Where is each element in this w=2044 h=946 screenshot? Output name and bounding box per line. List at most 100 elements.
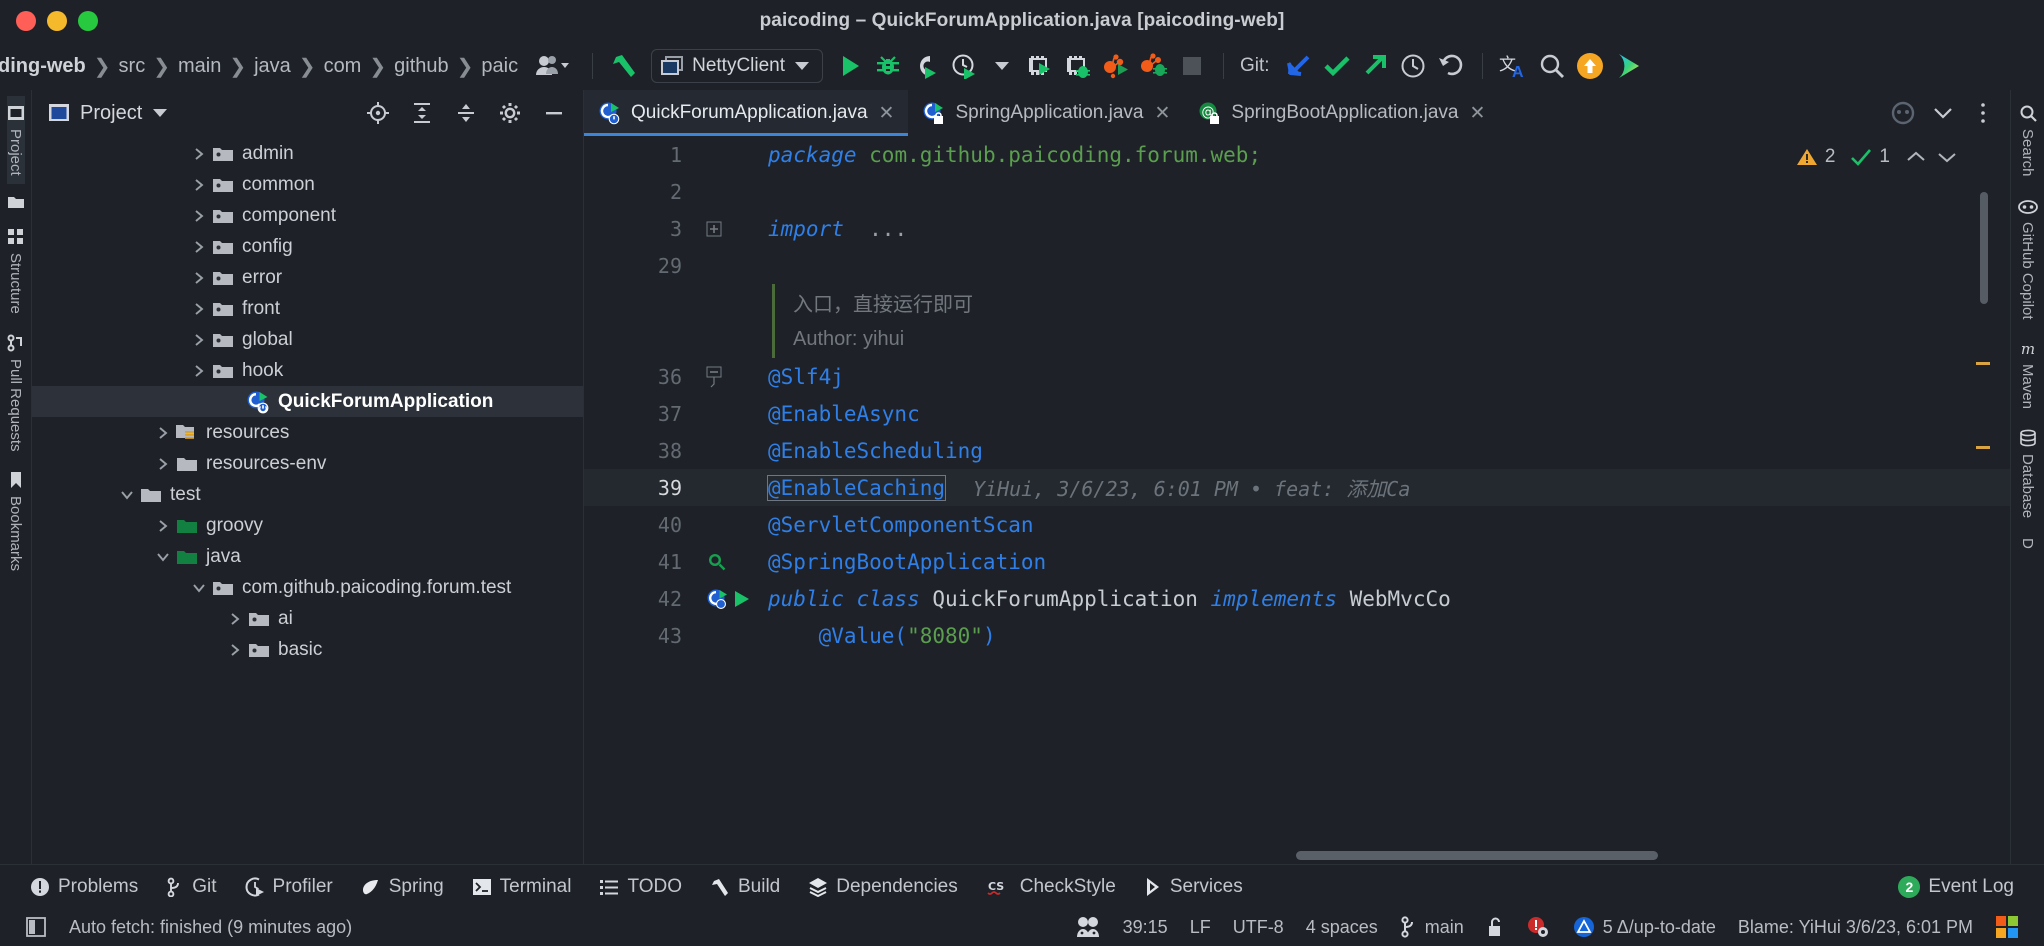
tree-node-error[interactable]: error bbox=[32, 262, 583, 293]
tree-node-resources[interactable]: resources bbox=[32, 417, 583, 448]
profiler-button[interactable] bbox=[947, 48, 981, 84]
sidebar-item-pull-requests[interactable]: Pull Requests bbox=[7, 326, 25, 460]
tool-window-button-spring[interactable]: Spring bbox=[347, 870, 458, 904]
expand-all-icon[interactable] bbox=[405, 96, 439, 130]
sidebar-item-search[interactable]: Search bbox=[2019, 96, 2037, 185]
tree-node-java[interactable]: java bbox=[32, 541, 583, 572]
tool-window-button-profiler[interactable]: Profiler bbox=[231, 870, 347, 904]
chevron-down-icon[interactable] bbox=[152, 108, 168, 118]
chevron-right-icon[interactable] bbox=[188, 240, 210, 254]
code-line[interactable]: 41 @SpringBootApplication bbox=[584, 543, 2010, 580]
run-class-icon[interactable] bbox=[706, 587, 752, 611]
tab-quickforumapplication[interactable]: QuickForumApplication.java ✕ bbox=[584, 90, 909, 136]
indent-setting[interactable]: 4 spaces bbox=[1295, 917, 1389, 938]
chevron-up-icon[interactable] bbox=[1907, 151, 1925, 163]
sidebar-item-maven[interactable]: m Maven bbox=[2018, 331, 2038, 417]
chevron-right-icon[interactable] bbox=[152, 457, 174, 471]
sidebar-item-structure[interactable]: Structure bbox=[7, 220, 25, 322]
minimize-window-button[interactable] bbox=[47, 11, 67, 31]
git-push-icon[interactable] bbox=[1358, 48, 1392, 84]
profiler-dropdown-icon[interactable] bbox=[985, 48, 1019, 84]
code-text[interactable]: @ServletComponentScan bbox=[768, 513, 1034, 537]
translate-icon[interactable]: 文 A bbox=[1497, 48, 1531, 84]
code-line[interactable]: 36 @Slf4j bbox=[584, 358, 2010, 395]
chevron-right-icon[interactable] bbox=[188, 302, 210, 316]
chevron-down-icon[interactable] bbox=[1926, 95, 1960, 131]
toggle-toolwindow-icon[interactable] bbox=[14, 916, 58, 938]
code-text[interactable]: public class QuickForumApplication imple… bbox=[768, 587, 1451, 611]
sidebar-item-d[interactable]: D bbox=[2019, 530, 2036, 557]
code-text[interactable]: import ... bbox=[768, 217, 907, 241]
hide-tool-window-icon[interactable] bbox=[537, 96, 571, 130]
code-line[interactable]: 2 bbox=[584, 173, 2010, 210]
gear-icon[interactable] bbox=[493, 96, 527, 130]
debug-tests-button[interactable] bbox=[1061, 48, 1095, 84]
file-encoding[interactable]: UTF-8 bbox=[1222, 917, 1295, 938]
code-text[interactable]: @Slf4j bbox=[768, 365, 844, 389]
tool-window-button-checkstyle[interactable]: CS CheckStyle bbox=[972, 870, 1130, 904]
git-branch-widget[interactable]: main bbox=[1389, 916, 1475, 938]
breadcrumb-item-3[interactable]: java bbox=[248, 55, 297, 78]
gutter-icons[interactable] bbox=[702, 551, 768, 573]
tool-window-button-problems[interactable]: Problems bbox=[16, 870, 152, 904]
tool-window-button-terminal[interactable]: Terminal bbox=[458, 870, 586, 904]
editor-scrollbar-thumb[interactable] bbox=[1980, 192, 1988, 304]
unlocked-icon[interactable] bbox=[1475, 916, 1515, 938]
run-button[interactable] bbox=[833, 48, 867, 84]
debug-button[interactable] bbox=[871, 48, 905, 84]
run-configuration-selector[interactable]: NettyClient bbox=[651, 49, 824, 83]
chevron-right-icon[interactable] bbox=[188, 364, 210, 378]
gutter-icons[interactable] bbox=[702, 221, 768, 237]
tool-window-button-build[interactable]: Build bbox=[696, 870, 794, 904]
search-everywhere-icon[interactable] bbox=[1535, 48, 1569, 84]
tool-window-button-dependencies[interactable]: Dependencies bbox=[794, 870, 971, 904]
rollback-icon[interactable] bbox=[1434, 48, 1468, 84]
code-text[interactable]: @Value("8080") bbox=[768, 624, 996, 648]
fold-collapse-icon[interactable] bbox=[706, 366, 722, 388]
more-vertical-icon[interactable] bbox=[1966, 95, 2000, 131]
code-line[interactable]: 39 @EnableCaching YiHui, 3/6/23, 6:01 PM •… bbox=[584, 469, 2010, 506]
code-text[interactable]: @EnableScheduling bbox=[768, 439, 983, 463]
chevron-right-icon[interactable] bbox=[188, 209, 210, 223]
tree-node-ai[interactable]: ai bbox=[32, 603, 583, 634]
tree-node-admin[interactable]: admin bbox=[32, 138, 583, 169]
close-icon[interactable]: ✕ bbox=[1470, 102, 1486, 125]
code-editor[interactable]: 1 package com.github.paicoding.forum.web;… bbox=[584, 136, 2010, 864]
code-line[interactable]: 40 @ServletComponentScan bbox=[584, 506, 2010, 543]
inspection-widget[interactable]: 2 1 bbox=[1796, 146, 1956, 168]
tool-window-button-git[interactable]: Git bbox=[152, 870, 230, 904]
chevron-right-icon[interactable] bbox=[224, 612, 246, 626]
sidebar-item-database[interactable]: Database bbox=[2019, 421, 2037, 526]
tree-node-test[interactable]: test bbox=[32, 479, 583, 510]
run-with-coverage-button[interactable] bbox=[909, 48, 943, 84]
tree-node-hook[interactable]: hook bbox=[32, 355, 583, 386]
chevron-right-icon[interactable] bbox=[188, 333, 210, 347]
code-line[interactable]: 入口，直接运行即可 bbox=[584, 284, 2010, 321]
update-available-icon[interactable] bbox=[1573, 48, 1607, 84]
sidebar-item-github-copilot[interactable]: GitHub Copilot bbox=[2017, 189, 2038, 328]
tree-node-config[interactable]: config bbox=[32, 231, 583, 262]
code-line[interactable]: 29 bbox=[584, 247, 2010, 284]
breadcrumb-item-2[interactable]: main bbox=[172, 55, 227, 78]
chevron-down-icon[interactable] bbox=[116, 488, 138, 502]
gutter-icons[interactable] bbox=[702, 587, 768, 611]
project-tree[interactable]: admin common component config error front glob… bbox=[32, 136, 583, 864]
tree-node-basic[interactable]: basic bbox=[32, 634, 583, 665]
blame-widget[interactable]: Blame: YiHui 3/6/23, 6:01 PM bbox=[1727, 917, 1984, 938]
close-icon[interactable]: ✕ bbox=[879, 102, 895, 125]
code-text[interactable]: @EnableAsync bbox=[768, 402, 920, 426]
avatar-group-icon[interactable] bbox=[526, 48, 578, 84]
sidebar-item-bookmarks[interactable]: Bookmarks bbox=[7, 463, 24, 579]
breadcrumb-item-6[interactable]: paic bbox=[475, 55, 524, 78]
build-hammer-icon[interactable] bbox=[607, 48, 641, 84]
chevron-right-icon[interactable] bbox=[152, 426, 174, 440]
tree-node-quickforumapplication[interactable]: QuickForumApplication bbox=[32, 386, 583, 417]
fold-expand-icon[interactable] bbox=[706, 221, 722, 237]
code-line[interactable]: 38 @EnableScheduling bbox=[584, 432, 2010, 469]
collapse-all-icon[interactable] bbox=[449, 96, 483, 130]
tree-node-component[interactable]: component bbox=[32, 200, 583, 231]
tool-window-button-event-log[interactable]: 2 Event Log bbox=[1884, 870, 2028, 904]
tree-node-com-github-paicoding-forum-test[interactable]: com.github.paicoding.forum.test bbox=[32, 572, 583, 603]
code-text[interactable]: package com.github.paicoding.forum.web; bbox=[768, 143, 1261, 167]
code-text[interactable]: @EnableCaching bbox=[766, 474, 947, 501]
